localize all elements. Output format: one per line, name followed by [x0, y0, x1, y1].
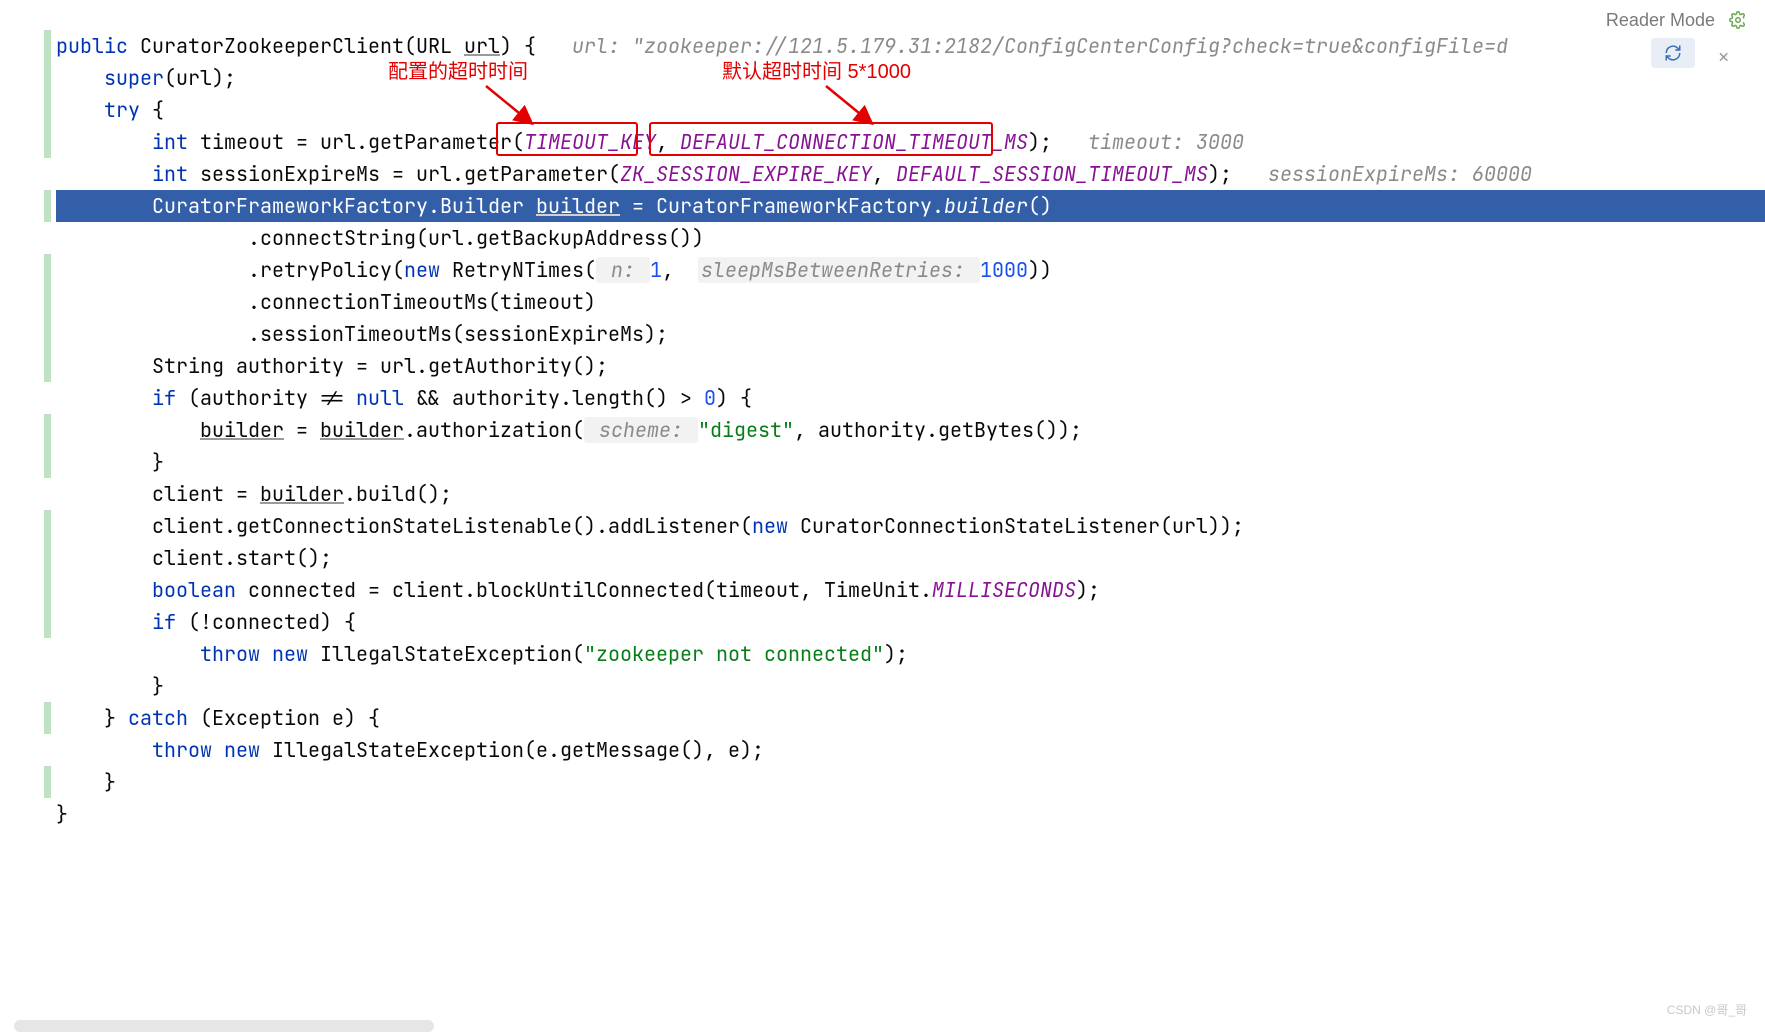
code-line: client.getConnectionStateListenable().ad… [56, 510, 1765, 542]
gear-icon[interactable] [1729, 11, 1747, 29]
code-line: } [56, 766, 1765, 798]
code-line: } [56, 798, 1765, 830]
code-line-selected: CuratorFrameworkFactory.Builder builder … [56, 190, 1765, 222]
annotation-right: 默认超时时间 5*1000 [722, 56, 911, 88]
code-line: builder = builder.authorization( scheme:… [56, 414, 1765, 446]
code-line: } catch (Exception e) { [56, 702, 1765, 734]
code-line: throw new IllegalStateException("zookeep… [56, 638, 1765, 670]
code-line: .connectionTimeoutMs(timeout) [56, 286, 1765, 318]
code-line: if (!connected) { [56, 606, 1765, 638]
code-line: .connectString(url.getBackupAddress()) [56, 222, 1765, 254]
annotation-left: 配置的超时时间 [388, 56, 528, 88]
code-line: if (authority != null && authority.lengt… [56, 382, 1765, 414]
code-line: .retryPolicy(new RetryNTimes( n: 1, slee… [56, 254, 1765, 286]
code-line: int sessionExpireMs = url.getParameter(Z… [56, 158, 1765, 190]
code-line: } [56, 446, 1765, 478]
code-line: int timeout = url.getParameter(TIMEOUT_K… [56, 126, 1765, 158]
horizontal-scrollbar[interactable] [14, 1020, 434, 1032]
gutter [0, 0, 56, 1032]
watermark: CSDN @哥_哥 [1667, 994, 1747, 1026]
code-line: try { [56, 94, 1765, 126]
code-line: client.start(); [56, 542, 1765, 574]
code-line: throw new IllegalStateException(e.getMes… [56, 734, 1765, 766]
code-line: String authority = url.getAuthority(); [56, 350, 1765, 382]
code-line: boolean connected = client.blockUntilCon… [56, 574, 1765, 606]
code-line: client = builder.build(); [56, 478, 1765, 510]
code-editor[interactable]: public CuratorZookeeperClient(URL url) {… [56, 30, 1765, 830]
code-line: } [56, 670, 1765, 702]
code-line: .sessionTimeoutMs(sessionExpireMs); [56, 318, 1765, 350]
